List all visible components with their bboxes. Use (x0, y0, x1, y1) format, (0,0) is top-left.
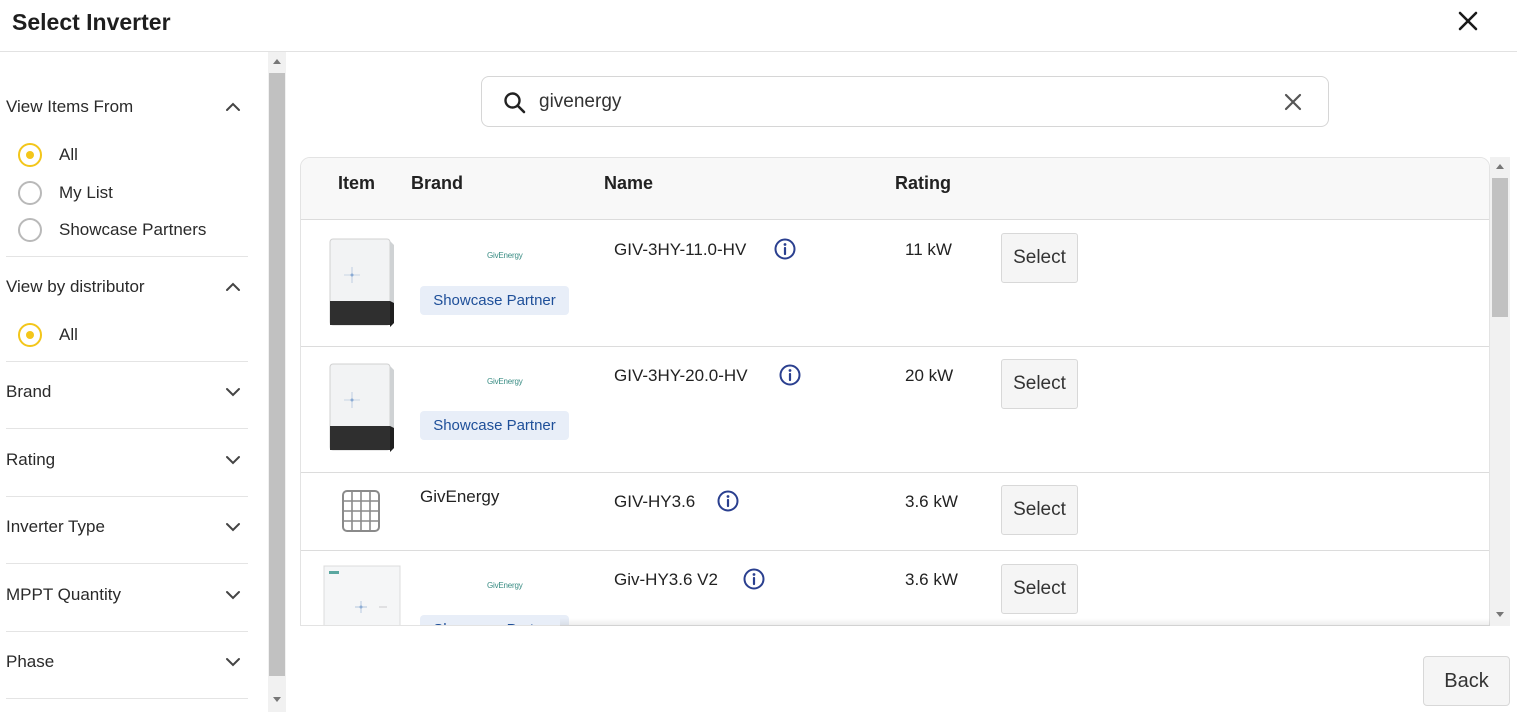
scroll-up-arrow-icon[interactable] (1496, 164, 1504, 169)
inverter-rating: 20 kW (905, 366, 954, 385)
view-items-from-heading[interactable]: View Items From (6, 97, 133, 117)
chevron-up-icon[interactable] (224, 278, 242, 296)
inverter-name: GIV-3HY-11.0-HV (614, 240, 747, 259)
inverter-name: GIV-3HY-20.0-HV (614, 366, 748, 385)
inverter-image (329, 238, 394, 327)
filter-rating-label[interactable]: Rating (6, 450, 55, 470)
column-header-brand: Brand (411, 173, 464, 193)
select-button[interactable]: Select (1001, 359, 1078, 409)
sidebar-scroll-thumb[interactable] (269, 73, 285, 676)
givenergy-logo: GivEnergy (487, 377, 523, 386)
select-button[interactable]: Select (1001, 564, 1078, 614)
table-row: GivEnergy GIV-HY3.6 3.6 kW Select (301, 473, 1489, 551)
scroll-up-arrow-icon[interactable] (273, 59, 281, 64)
chevron-up-icon[interactable] (224, 98, 242, 116)
filter-mppt-quantity-label[interactable]: MPPT Quantity (6, 585, 121, 605)
view-by-distributor-heading[interactable]: View by distributor (6, 277, 145, 297)
brand-name: GivEnergy (420, 487, 500, 506)
showcase-partner-badge: Showcase Partner (420, 615, 569, 625)
radio-button[interactable] (18, 218, 42, 242)
table-header: Item Brand Name Rating (301, 158, 1489, 220)
givenergy-logo: GivEnergy (487, 251, 523, 260)
table-scroll-thumb[interactable] (1492, 178, 1508, 317)
chevron-down-icon[interactable] (224, 586, 242, 604)
scroll-shadow (560, 618, 1490, 626)
search-icon (504, 92, 526, 114)
scroll-down-arrow-icon[interactable] (1496, 612, 1504, 617)
chevron-down-icon[interactable] (224, 451, 242, 469)
column-header-rating: Rating (895, 173, 951, 193)
select-button[interactable]: Select (1001, 485, 1078, 535)
close-icon (1458, 11, 1478, 31)
filter-sidebar: View Items From All My List Showcase Par… (0, 52, 268, 712)
givenergy-logo: GivEnergy (487, 581, 523, 590)
inverter-image (329, 363, 394, 452)
info-icon[interactable] (743, 568, 765, 590)
info-icon[interactable] (779, 364, 801, 386)
close-button[interactable] (1452, 6, 1484, 38)
inverter-rating: 3.6 kW (905, 570, 958, 589)
inverter-name: Giv-HY3.6 V2 (614, 570, 718, 589)
table-scrollbar[interactable] (1490, 157, 1510, 626)
filter-inverter-type-label[interactable]: Inverter Type (6, 517, 105, 537)
inverter-rating: 3.6 kW (905, 492, 958, 511)
sidebar-scrollbar[interactable] (268, 52, 286, 712)
inverter-table: Item Brand Name Rating GivEnergy Showcas… (300, 157, 1490, 626)
table-row: GivEnergy Showcase Partner GIV-3HY-11.0-… (301, 220, 1489, 347)
chevron-down-icon[interactable] (224, 518, 242, 536)
filter-brand-label[interactable]: Brand (6, 382, 51, 402)
filter-phase-label[interactable]: Phase (6, 652, 54, 672)
radio-distributor-all[interactable]: All (18, 322, 78, 348)
clear-search-icon[interactable] (1282, 91, 1304, 113)
inverter-name: GIV-HY3.6 (614, 492, 696, 511)
radio-button[interactable] (18, 143, 42, 167)
dialog-title: Select Inverter (12, 9, 171, 35)
table-row: GivEnergy Showcase Partner GIV-3HY-20.0-… (301, 347, 1489, 473)
radio-my-list[interactable]: My List (18, 180, 113, 206)
placeholder-grid-icon (342, 490, 380, 532)
info-icon[interactable] (774, 238, 796, 260)
column-header-item: Item (338, 173, 376, 193)
select-button[interactable]: Select (1001, 233, 1078, 283)
radio-button[interactable] (18, 181, 42, 205)
scroll-down-arrow-icon[interactable] (273, 697, 281, 702)
info-icon[interactable] (717, 490, 739, 512)
column-header-name: Name (604, 173, 654, 193)
search-input[interactable] (539, 88, 1239, 116)
chevron-down-icon[interactable] (224, 653, 242, 671)
back-button[interactable]: Back (1423, 656, 1510, 706)
radio-button[interactable] (18, 323, 42, 347)
inverter-rating: 11 kW (905, 240, 952, 259)
showcase-partner-badge: Showcase Partner (420, 411, 569, 440)
showcase-partner-badge: Showcase Partner (420, 286, 569, 315)
radio-view-all[interactable]: All (18, 142, 78, 168)
radio-showcase-partners[interactable]: Showcase Partners (18, 217, 206, 243)
dialog-header: Select Inverter (0, 0, 1517, 52)
inverter-image (323, 565, 401, 625)
search-box[interactable] (481, 76, 1329, 127)
chevron-down-icon[interactable] (224, 383, 242, 401)
table-row: GivEnergy Showcase Partner Giv-HY3.6 V2 … (301, 551, 1489, 625)
